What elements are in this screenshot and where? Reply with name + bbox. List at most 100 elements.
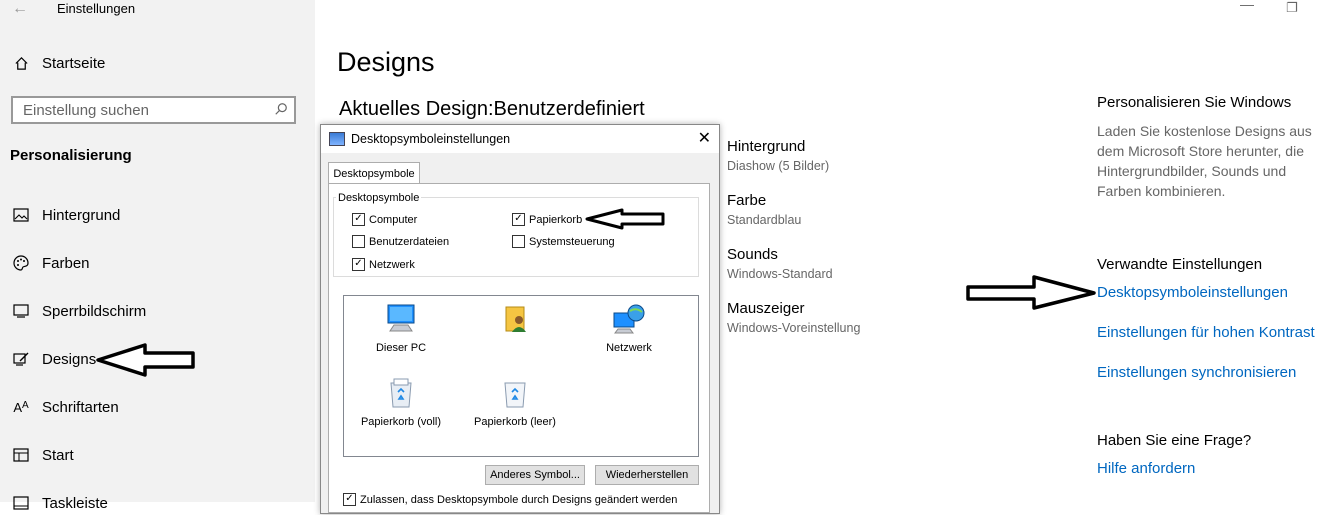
sidebar-item-label: Start (42, 446, 74, 464)
close-icon[interactable]: ✕ (698, 128, 711, 148)
icon-label: Dieser PC (375, 342, 427, 354)
checkbox-box[interactable]: ✓ (343, 493, 356, 506)
annotation-arrow-papierkorb-icon (585, 208, 665, 230)
group-label: Desktopsymbole (336, 192, 422, 204)
link-desktop-icons[interactable]: Desktopsymboleinstellungen (1097, 284, 1288, 301)
checkbox-papierkorb[interactable]: ✓ Papierkorb (512, 213, 582, 226)
sidebar-item-sperrbildschirm[interactable]: Sperrbildschirm (10, 299, 146, 323)
palette-icon (10, 255, 32, 271)
sidebar-item-taskleiste[interactable]: Taskleiste (10, 491, 108, 515)
arrow-left-icon[interactable]: ← (12, 0, 28, 18)
setting-title: Mauszeiger (727, 300, 805, 317)
checkbox-box[interactable]: ✓ (352, 258, 365, 271)
setting-sub: Windows-Standard (727, 267, 833, 281)
checkbox-label: Netzwerk (369, 258, 415, 271)
recycle-bin-empty-icon (460, 376, 570, 410)
section-title: Personalisierung (10, 147, 132, 164)
icon-preview-list[interactable]: Dieser PC Netzwerk Papierkorb (voll) Pap… (343, 295, 699, 457)
restore-default-button[interactable]: Wiederherstellen (595, 465, 699, 485)
icon-item-netzwerk[interactable]: Netzwerk (574, 302, 684, 354)
start-icon (10, 448, 32, 462)
sidebar-item-label: Hintergrund (42, 206, 121, 224)
annotation-arrow-right-icon (966, 275, 1096, 310)
setting-sounds[interactable]: Sounds Windows-Standard (727, 246, 833, 281)
minimize-button[interactable]: — (1240, 0, 1254, 12)
sidebar-item-hintergrund[interactable]: Hintergrund (10, 203, 120, 227)
checkbox-label: Papierkorb (529, 213, 583, 226)
search-icon[interactable] (274, 102, 288, 119)
personalize-heading: Personalisieren Sie Windows (1097, 94, 1292, 111)
user-folder-icon (462, 302, 572, 336)
search-input[interactable] (13, 100, 275, 120)
checkbox-allow-themes[interactable]: ✓ Zulassen, dass Desktopsymbole durch De… (343, 493, 677, 506)
monitor-icon (329, 132, 345, 146)
icon-item-user-folder[interactable] (462, 302, 572, 342)
computer-icon (346, 302, 456, 336)
checkbox-label: Systemsteuerung (529, 235, 615, 248)
icon-item-papierkorb-leer[interactable]: Papierkorb (leer) (460, 376, 570, 428)
sidebar-item-label: Taskleiste (42, 494, 108, 512)
sidebar-item-label: Farben (42, 254, 90, 272)
setting-sub: Standardblau (727, 213, 802, 227)
link-high-contrast[interactable]: Einstellungen für hohen Kontrast (1097, 324, 1315, 341)
setting-title: Hintergrund (727, 138, 806, 155)
setting-mauszeiger[interactable]: Mauszeiger Windows-Voreinstellung (727, 300, 860, 335)
icon-label: Papierkorb (voll) (360, 416, 442, 428)
personalize-text: Laden Sie kostenlose Designs aus dem Mic… (1097, 123, 1312, 199)
setting-title: Farbe (727, 192, 767, 209)
sidebar-item-farben[interactable]: Farben (10, 251, 90, 275)
sidebar-item-label: Sperrbildschirm (42, 302, 147, 320)
checkbox-box[interactable]: ✓ (512, 213, 525, 226)
setting-sub: Diashow (5 Bilder) (727, 159, 830, 173)
search-box[interactable] (11, 96, 296, 124)
change-icon-button[interactable]: Anderes Symbol... (485, 465, 585, 485)
lock-screen-icon (10, 304, 32, 318)
checkbox-label: Computer (369, 213, 418, 226)
setting-title: Sounds (727, 246, 778, 263)
sidebar-item-label: Startseite (42, 54, 106, 72)
sidebar-item-home[interactable]: Startseite (10, 51, 105, 75)
designs-icon (10, 352, 32, 366)
setting-sub: Windows-Voreinstellung (727, 321, 861, 335)
current-design: Aktuelles Design:Benutzerdefiniert (339, 98, 645, 120)
question-heading: Haben Sie eine Frage? (1097, 432, 1252, 449)
restore-button[interactable]: ❐ (1286, 0, 1298, 16)
checkbox-benutzerdateien[interactable]: Benutzerdateien (352, 235, 449, 248)
page-title: Designs (337, 47, 435, 77)
checkbox-box[interactable] (512, 235, 525, 248)
fonts-icon: AA (13, 399, 29, 415)
dialog-title: Desktopsymboleinstellungen (351, 132, 511, 146)
checkbox-box[interactable]: ✓ (352, 213, 365, 226)
icon-item-dieser-pc[interactable]: Dieser PC (346, 302, 456, 354)
checkbox-netzwerk[interactable]: ✓ Netzwerk (352, 258, 415, 271)
checkbox-systemsteuerung[interactable]: Systemsteuerung (512, 235, 615, 248)
checkbox-box[interactable] (352, 235, 365, 248)
setting-hintergrund[interactable]: Hintergrund Diashow (5 Bilder) (727, 138, 829, 173)
tab-desktopsymbole[interactable]: Desktopsymbole (328, 162, 420, 184)
dialog-titlebar: Desktopsymboleinstellungen ✕ (321, 125, 719, 153)
sidebar-item-start[interactable]: Start (10, 443, 74, 467)
sidebar-item-label: Designs (42, 350, 97, 368)
picture-icon (10, 208, 32, 222)
sidebar-item-designs[interactable]: Designs (10, 347, 96, 371)
link-sync[interactable]: Einstellungen synchronisieren (1097, 364, 1296, 381)
annotation-arrow-left-icon (96, 343, 195, 377)
icon-label: Netzwerk (606, 342, 652, 354)
sidebar-item-schriftarten[interactable]: AA Schriftarten (10, 395, 119, 419)
network-icon (574, 302, 684, 336)
app-title: Einstellungen (57, 1, 136, 16)
icon-label: Papierkorb (leer) (474, 416, 556, 428)
checkbox-computer[interactable]: ✓ Computer (352, 213, 417, 226)
link-help[interactable]: Hilfe anfordern (1097, 460, 1195, 477)
home-icon (10, 56, 32, 71)
recycle-bin-full-icon (346, 376, 456, 410)
icon-item-papierkorb-voll[interactable]: Papierkorb (voll) (346, 376, 456, 428)
sidebar: ← Einstellungen Startseite Personalisier… (0, 0, 315, 512)
related-settings-heading: Verwandte Einstellungen (1097, 256, 1263, 273)
setting-farbe[interactable]: Farbe Standardblau (727, 192, 801, 227)
taskbar-icon (10, 496, 32, 510)
sidebar-item-label: Schriftarten (42, 398, 119, 416)
checkbox-label: Benutzerdateien (369, 235, 450, 248)
checkbox-label: Zulassen, dass Desktopsymbole durch Desi… (360, 493, 678, 506)
desktop-icons-dialog: Desktopsymboleinstellungen ✕ Desktopsymb… (320, 124, 720, 514)
